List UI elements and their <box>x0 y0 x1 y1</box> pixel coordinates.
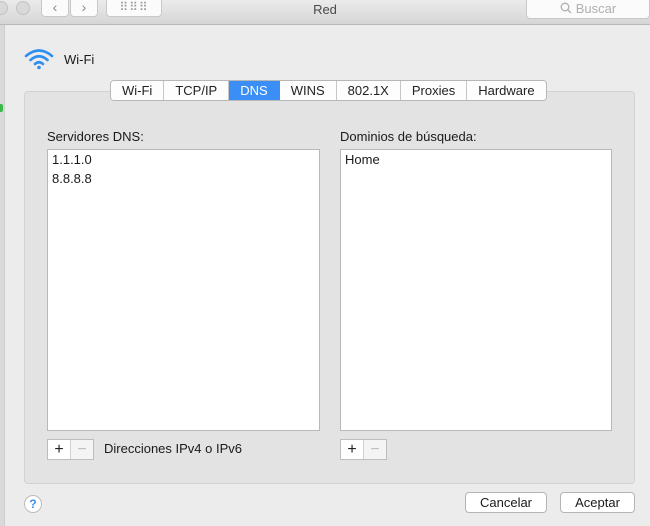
tab-wifi[interactable]: Wi-Fi <box>111 81 165 100</box>
search-icon <box>560 2 572 14</box>
dns-servers-label: Servidores DNS: <box>47 129 144 144</box>
tab-8021x[interactable]: 802.1X <box>336 81 401 100</box>
tab-proxies[interactable]: Proxies <box>400 81 468 100</box>
dns-servers-list[interactable]: 1.1.1.0 8.8.8.8 <box>47 149 320 431</box>
title-bar: ‹ › ⠿⠿⠿ Red Buscar <box>0 0 650 25</box>
add-dns-server-button[interactable]: + <box>48 440 70 459</box>
tab-hardware[interactable]: Hardware <box>467 81 546 100</box>
add-search-domain-button[interactable]: + <box>341 440 363 459</box>
tab-bar: Wi-Fi TCP/IP DNS WINS 802.1X Proxies Har… <box>110 80 547 101</box>
tab-tcpip[interactable]: TCP/IP <box>164 81 230 100</box>
dns-server-entry[interactable]: 1.1.1.0 <box>48 150 319 169</box>
interface-name: Wi-Fi <box>64 51 95 67</box>
help-button[interactable]: ? <box>24 495 42 513</box>
search-domains-list[interactable]: Home <box>340 149 612 431</box>
status-indicator <box>0 104 3 112</box>
wifi-icon <box>24 49 54 70</box>
remove-dns-server-button[interactable]: − <box>70 440 93 459</box>
accept-button[interactable]: Aceptar <box>560 492 635 513</box>
remove-search-domain-button[interactable]: − <box>363 440 386 459</box>
cancel-button[interactable]: Cancelar <box>465 492 547 513</box>
dns-address-hint: Direcciones IPv4 o IPv6 <box>104 441 243 456</box>
domains-add-remove-control: + − <box>340 439 387 460</box>
search-field[interactable]: Buscar <box>526 0 650 19</box>
interface-header: Wi-Fi <box>24 48 94 70</box>
search-domains-label: Dominios de búsqueda: <box>340 129 477 144</box>
search-placeholder: Buscar <box>575 0 617 16</box>
dns-server-entry[interactable]: 8.8.8.8 <box>48 169 319 188</box>
search-domain-entry[interactable]: Home <box>341 150 611 169</box>
tab-wins[interactable]: WINS <box>279 81 337 100</box>
tab-dns[interactable]: DNS <box>229 81 280 100</box>
dns-add-remove-control: + − <box>47 439 94 460</box>
